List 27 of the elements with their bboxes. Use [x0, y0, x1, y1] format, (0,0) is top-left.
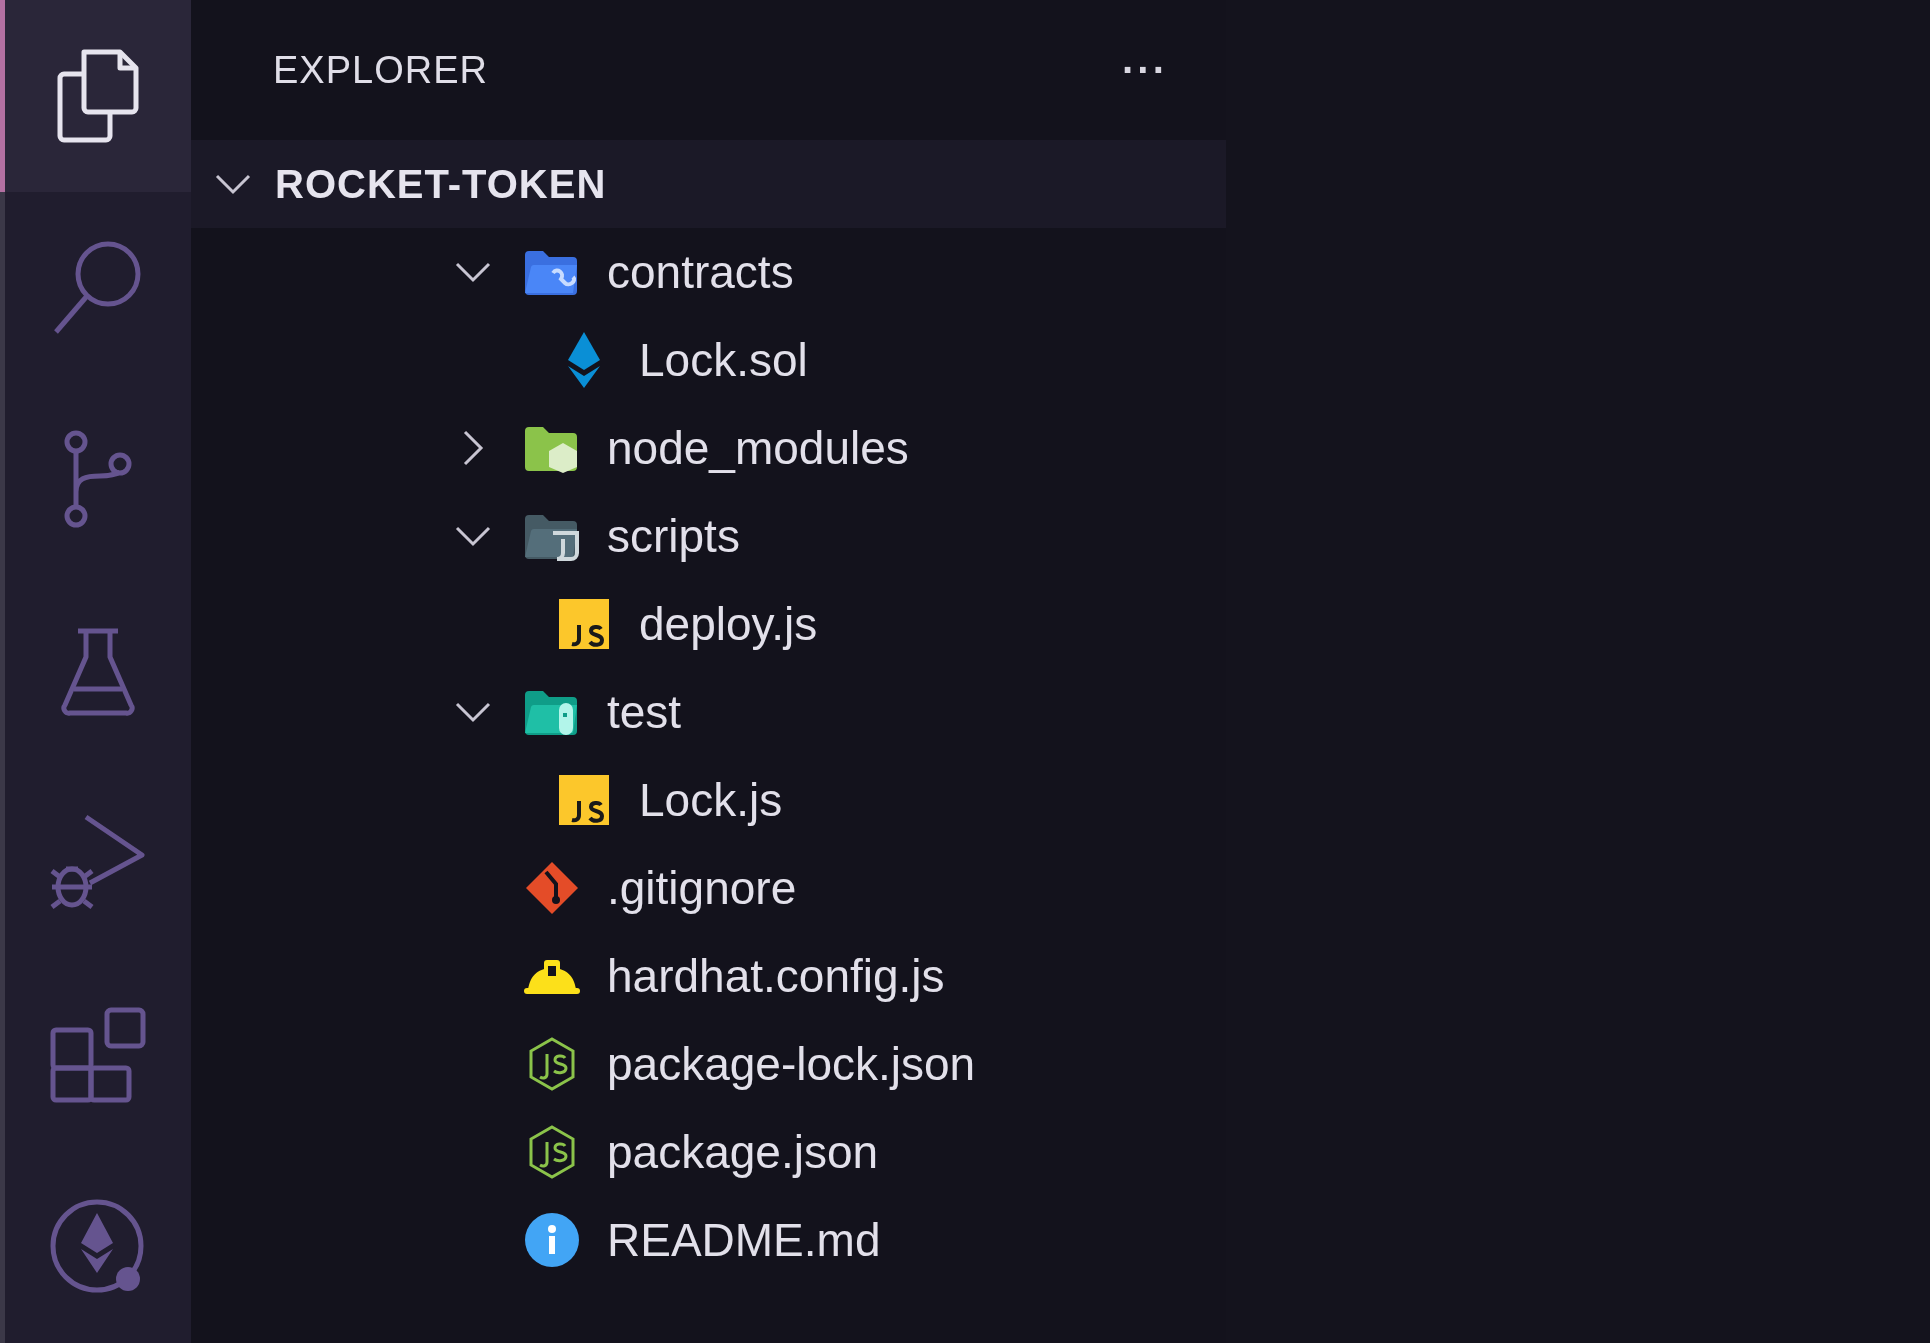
js-icon: [559, 599, 609, 649]
folder-name[interactable]: node_modules: [607, 421, 909, 475]
more-actions-button[interactable]: ···: [1122, 47, 1168, 93]
files-icon: [56, 47, 140, 144]
folder-name[interactable]: test: [607, 685, 682, 739]
extensions-icon: [49, 1006, 147, 1105]
diamond-icon: [566, 332, 602, 388]
file-name[interactable]: Lock.sol: [639, 333, 808, 387]
panel-title: EXPLORER: [273, 48, 488, 92]
workspace-header[interactable]: ROCKET-TOKEN: [191, 140, 1226, 228]
file-name[interactable]: package.json: [607, 1125, 879, 1179]
file-name[interactable]: Lock.js: [639, 773, 783, 827]
file-name[interactable]: README.md: [607, 1213, 881, 1267]
file-name[interactable]: package-lock.json: [607, 1037, 976, 1091]
activity-bar-button[interactable]: [0, 0, 191, 192]
info-icon: [525, 1213, 579, 1267]
hexagon-js-icon: [527, 1124, 577, 1180]
folder-name[interactable]: scripts: [607, 509, 740, 563]
file-name[interactable]: hardhat.config.js: [607, 949, 945, 1003]
workspace-name: ROCKET-TOKEN: [275, 161, 607, 207]
hexagon-js-icon: [527, 1036, 577, 1092]
flask-icon: [60, 626, 136, 717]
file-name[interactable]: .gitignore: [607, 861, 797, 915]
file-name[interactable]: deploy.js: [639, 597, 818, 651]
folder-name[interactable]: contracts: [607, 245, 794, 299]
git-icon: [524, 860, 580, 916]
js-icon: [559, 775, 609, 825]
